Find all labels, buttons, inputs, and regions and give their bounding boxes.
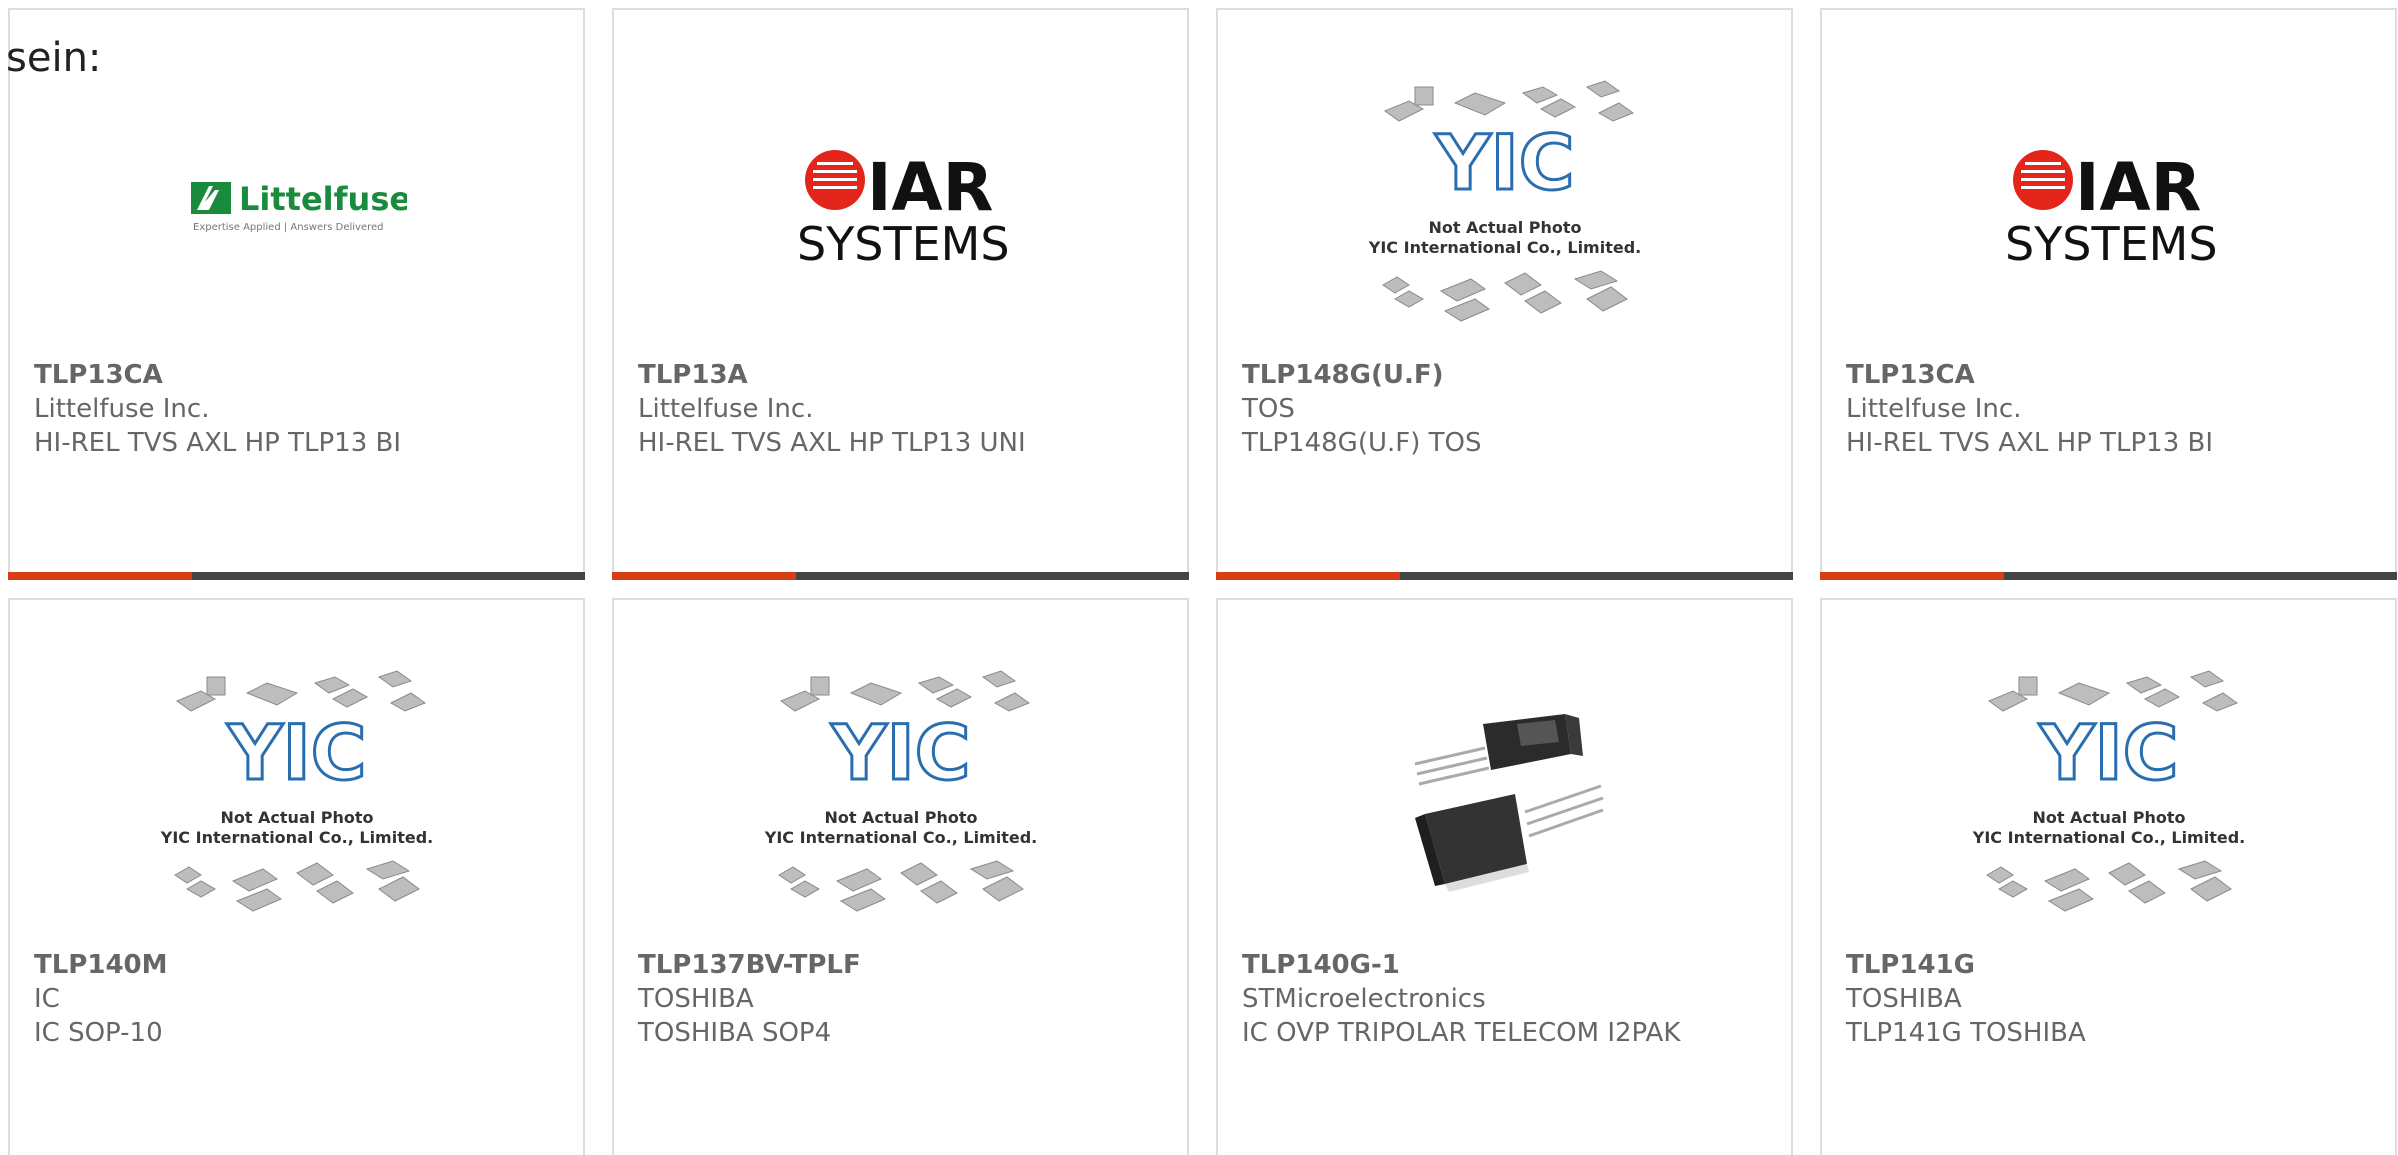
- svg-text:IAR: IAR: [2075, 149, 2201, 226]
- manufacturer-logo: IAR SYSTEMS: [614, 70, 1187, 338]
- card-bottom-bar: [1216, 572, 1793, 580]
- i2pak-component-icon: [1414, 714, 1603, 892]
- manufacturer: TOSHIBA: [638, 984, 754, 1014]
- yic-placeholder-icon: YIC Not Actual Photo YIC International C…: [763, 670, 1037, 912]
- svg-text:YIC International Co., Limited: YIC International Co., Limited.: [1971, 828, 2244, 847]
- i2pak-bottom-icon: [1414, 784, 1603, 892]
- product-card[interactable]: YIC Not Actual Photo YIC International C…: [8, 598, 585, 1155]
- manufacturer: TOSHIBA: [1846, 984, 1962, 1014]
- svg-text:Expertise Applied | Answers De: Expertise Applied | Answers Delivered: [193, 222, 384, 233]
- manufacturer: Littelfuse Inc.: [638, 394, 814, 424]
- product-card[interactable]: TLP140G-1 STMicroelectronics IC OVP TRIP…: [1216, 598, 1793, 1155]
- svg-text:YIC International Co., Limited: YIC International Co., Limited.: [763, 828, 1036, 847]
- yic-placeholder-icon: YIC Not Actual Photo YIC International C…: [159, 670, 433, 912]
- product-image: YIC Not Actual Photo YIC International C…: [614, 660, 1187, 928]
- description: HI-REL TVS AXL HP TLP13 BI: [34, 428, 402, 458]
- svg-text:YIC: YIC: [1434, 118, 1574, 207]
- product-image: [1218, 660, 1791, 928]
- product-info: TLP13CA Littelfuse Inc. HI-REL TVS AXL H…: [34, 358, 559, 460]
- product-image: YIC Not Actual Photo YIC International C…: [10, 660, 583, 928]
- manufacturer-logo: Littelfuse Expertise Applied | Answers D…: [10, 70, 583, 338]
- manufacturer: TOS: [1242, 394, 1295, 424]
- svg-text:YIC International Co., Limited: YIC International Co., Limited.: [1367, 238, 1640, 257]
- svg-text:YIC International Co., Limited: YIC International Co., Limited.: [159, 828, 432, 847]
- iar-systems-logo-icon: IAR SYSTEMS: [2005, 149, 2218, 271]
- intro-text: sein:: [6, 35, 102, 81]
- svg-text:SYSTEMS: SYSTEMS: [797, 217, 1010, 271]
- product-card[interactable]: Littelfuse Expertise Applied | Answers D…: [8, 8, 585, 580]
- svg-text:Not Actual Photo: Not Actual Photo: [220, 808, 373, 827]
- card-bottom-bar: [612, 572, 1189, 580]
- description: TLP148G(U.F) TOS: [1242, 428, 1482, 458]
- product-grid-page: sein: Littelfuse Expertise Applied | Ans…: [0, 0, 2398, 1155]
- product-info: TLP137BV-TPLF TOSHIBA TOSHIBA SOP4: [638, 948, 1163, 1050]
- part-number[interactable]: TLP13CA: [34, 358, 559, 392]
- iar-systems-logo-icon: IAR SYSTEMS: [797, 149, 1010, 271]
- product-card[interactable]: YIC Not Actual Photo YIC International C…: [1820, 598, 2397, 1155]
- description: IC OVP TRIPOLAR TELECOM I2PAK: [1242, 1018, 1681, 1048]
- product-info: TLP148G(U.F) TOS TLP148G(U.F) TOS: [1242, 358, 1767, 460]
- part-number[interactable]: TLP13CA: [1846, 358, 2371, 392]
- description: HI-REL TVS AXL HP TLP13 UNI: [638, 428, 1026, 458]
- part-number[interactable]: TLP140G-1: [1242, 948, 1767, 982]
- description: IC SOP-10: [34, 1018, 163, 1048]
- svg-text:YIC: YIC: [830, 708, 970, 797]
- product-info: TLP140G-1 STMicroelectronics IC OVP TRIP…: [1242, 948, 1767, 1050]
- part-number[interactable]: TLP13A: [638, 358, 1163, 392]
- part-number[interactable]: TLP137BV-TPLF: [638, 948, 1163, 982]
- part-number[interactable]: TLP148G(U.F): [1242, 358, 1767, 392]
- product-card[interactable]: YIC Not Actual Photo YIC International C…: [1216, 8, 1793, 580]
- product-info: TLP141G TOSHIBA TLP141G TOSHIBA: [1846, 948, 2371, 1050]
- svg-text:YIC: YIC: [2038, 708, 2178, 797]
- product-image: YIC Not Actual Photo YIC International C…: [1822, 660, 2395, 928]
- manufacturer: Littelfuse Inc.: [1846, 394, 2022, 424]
- product-card[interactable]: IAR SYSTEMS TLP13A Littelfuse Inc. HI-RE…: [612, 8, 1189, 580]
- product-info: TLP13A Littelfuse Inc. HI-REL TVS AXL HP…: [638, 358, 1163, 460]
- card-bottom-bar: [8, 572, 585, 580]
- description: TOSHIBA SOP4: [638, 1018, 832, 1048]
- yic-placeholder-icon: YIC Not Actual Photo YIC International C…: [1367, 80, 1641, 322]
- svg-text:Not Actual Photo: Not Actual Photo: [2032, 808, 2185, 827]
- product-card[interactable]: IAR SYSTEMS TLP13CA Littelfuse Inc. HI-R…: [1820, 8, 2397, 580]
- yic-placeholder-icon: YIC Not Actual Photo YIC International C…: [1971, 670, 2245, 912]
- product-image: YIC Not Actual Photo YIC International C…: [1218, 70, 1791, 338]
- product-info: TLP140M IC IC SOP-10: [34, 948, 559, 1050]
- description: HI-REL TVS AXL HP TLP13 BI: [1846, 428, 2214, 458]
- manufacturer: STMicroelectronics: [1242, 984, 1486, 1014]
- svg-text:Not Actual Photo: Not Actual Photo: [824, 808, 977, 827]
- card-bottom-bar: [1820, 572, 2397, 580]
- svg-text:SYSTEMS: SYSTEMS: [2005, 217, 2218, 271]
- svg-text:IAR: IAR: [867, 149, 993, 226]
- manufacturer: IC: [34, 984, 60, 1014]
- littelfuse-logo-icon: Littelfuse Expertise Applied | Answers D…: [190, 180, 407, 233]
- description: TLP141G TOSHIBA: [1846, 1018, 2086, 1048]
- svg-text:Littelfuse: Littelfuse: [239, 180, 407, 218]
- i2pak-top-icon: [1414, 714, 1583, 786]
- manufacturer: Littelfuse Inc.: [34, 394, 210, 424]
- svg-text:YIC: YIC: [226, 708, 366, 797]
- part-number[interactable]: TLP140M: [34, 948, 559, 982]
- product-card[interactable]: YIC Not Actual Photo YIC International C…: [612, 598, 1189, 1155]
- svg-text:Not Actual Photo: Not Actual Photo: [1428, 218, 1581, 237]
- part-number[interactable]: TLP141G: [1846, 948, 2371, 982]
- manufacturer-logo: IAR SYSTEMS: [1822, 70, 2395, 338]
- product-info: TLP13CA Littelfuse Inc. HI-REL TVS AXL H…: [1846, 358, 2371, 460]
